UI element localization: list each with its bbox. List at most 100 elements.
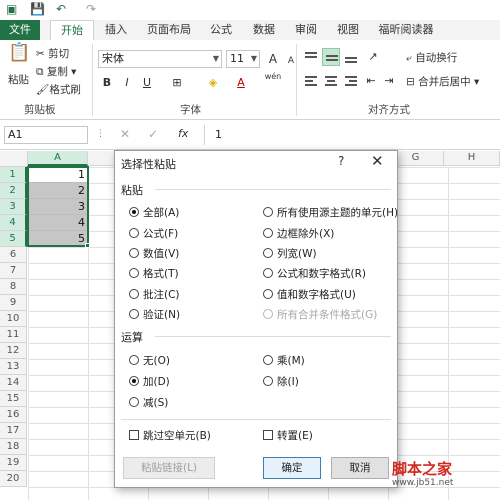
row-header[interactable]: 16: [0, 407, 27, 423]
radio-icon: [129, 228, 139, 238]
merge-center-button[interactable]: ⊟ 合并后居中 ▾: [406, 74, 479, 89]
redo-icon[interactable]: ↷: [86, 2, 96, 16]
radio-paste-formulas-number-formats[interactable]: 公式和数字格式(R): [263, 266, 366, 281]
radio-paste-values-number-formats[interactable]: 值和数字格式(U): [263, 287, 356, 302]
row-header[interactable]: 1: [0, 167, 27, 183]
row-header[interactable]: 12: [0, 343, 27, 359]
column-header-h[interactable]: H: [444, 151, 500, 166]
row-header[interactable]: 4: [0, 215, 27, 231]
format-painter-button[interactable]: 🖌格式刷: [36, 82, 81, 97]
align-center-icon[interactable]: [322, 72, 340, 90]
italic-button[interactable]: I: [118, 74, 136, 92]
font-name-combo[interactable]: 宋体 ▼: [98, 50, 222, 68]
cancel-entry-icon[interactable]: ✕: [120, 127, 130, 141]
fill-color-icon[interactable]: ◈: [204, 74, 222, 92]
shrink-font-button[interactable]: A: [282, 52, 300, 70]
paste-section-label: 粘贴: [121, 184, 143, 197]
radio-paste-all[interactable]: 全部(A): [129, 205, 179, 220]
phonetic-guide-button[interactable]: wén: [264, 72, 282, 90]
cut-button[interactable]: ✂ 剪切: [36, 46, 69, 61]
fill-handle[interactable]: [85, 243, 90, 248]
radio-icon: [129, 397, 139, 407]
radio-paste-column-widths[interactable]: 列宽(W): [263, 246, 317, 261]
row-header[interactable]: 13: [0, 359, 27, 375]
align-left-icon[interactable]: [302, 72, 320, 90]
align-bottom-icon[interactable]: [342, 48, 360, 66]
indent-icon[interactable]: ⇤: [362, 72, 380, 90]
row-header[interactable]: 3: [0, 199, 27, 215]
confirm-entry-icon[interactable]: ✓: [148, 127, 158, 141]
radio-paste-comments[interactable]: 批注(C): [129, 287, 180, 302]
tab-foxit-reader[interactable]: 福昕阅读器: [374, 20, 438, 40]
tab-page-layout[interactable]: 页面布局: [142, 20, 196, 40]
radio-paste-validation[interactable]: 验证(N): [129, 307, 180, 322]
tab-data[interactable]: 数据: [248, 20, 280, 40]
radio-icon: [263, 355, 273, 365]
tab-review[interactable]: 审阅: [290, 20, 322, 40]
paste-button[interactable]: 粘贴: [8, 72, 29, 87]
radio-op-divide[interactable]: 除(I): [263, 374, 299, 389]
align-top-icon[interactable]: [302, 48, 320, 66]
outdent-icon[interactable]: ⇥: [380, 72, 398, 90]
function-icon[interactable]: fx: [178, 127, 188, 140]
save-icon[interactable]: 💾: [30, 2, 45, 16]
grow-font-button[interactable]: A: [264, 50, 282, 68]
tab-insert[interactable]: 插入: [100, 20, 132, 40]
row-header[interactable]: 18: [0, 439, 27, 455]
radio-paste-formats[interactable]: 格式(T): [129, 266, 179, 281]
bold-button[interactable]: B: [98, 74, 116, 92]
select-all-corner[interactable]: [0, 151, 28, 167]
row-header[interactable]: 8: [0, 279, 27, 295]
row-header[interactable]: 11: [0, 327, 27, 343]
option-label: 乘(M): [277, 355, 305, 367]
row-header[interactable]: 19: [0, 455, 27, 471]
cancel-button[interactable]: 取消: [331, 457, 389, 479]
row-header[interactable]: 5: [0, 231, 27, 247]
underline-button[interactable]: U: [138, 74, 156, 92]
radio-op-add[interactable]: 加(D): [129, 374, 170, 389]
tab-file[interactable]: 文件: [0, 20, 40, 40]
radio-op-none[interactable]: 无(O): [129, 353, 170, 368]
radio-paste-formulas[interactable]: 公式(F): [129, 226, 178, 241]
tab-home[interactable]: 开始: [50, 20, 94, 40]
radio-paste-except-borders[interactable]: 边框除外(X): [263, 226, 334, 241]
row-header[interactable]: 7: [0, 263, 27, 279]
row-header[interactable]: 6: [0, 247, 27, 263]
align-middle-icon[interactable]: [322, 48, 340, 66]
orientation-icon[interactable]: ↗: [364, 48, 382, 66]
ok-button[interactable]: 确定: [263, 457, 321, 479]
radio-paste-values[interactable]: 数值(V): [129, 246, 179, 261]
row-header[interactable]: 20: [0, 471, 27, 487]
row-header[interactable]: 17: [0, 423, 27, 439]
align-right-icon[interactable]: [342, 72, 360, 90]
radio-icon: [263, 376, 273, 386]
checkbox-skip-blanks[interactable]: 跳过空单元(B): [129, 428, 211, 443]
radio-paste-source-theme[interactable]: 所有使用源主题的单元(H): [263, 205, 398, 220]
font-color-icon[interactable]: A: [232, 74, 250, 92]
wrap-text-button[interactable]: ⤶ 自动换行: [406, 50, 457, 65]
paste-icon[interactable]: 📋: [8, 44, 30, 68]
borders-icon[interactable]: ⊞: [168, 74, 186, 92]
tab-formulas[interactable]: 公式: [204, 20, 238, 40]
checkbox-transpose[interactable]: 转置(E): [263, 428, 313, 443]
row-header[interactable]: 14: [0, 375, 27, 391]
row-header[interactable]: 2: [0, 183, 27, 199]
name-box[interactable]: A1: [4, 126, 88, 144]
row-header[interactable]: 10: [0, 311, 27, 327]
row-header[interactable]: 9: [0, 295, 27, 311]
copy-button[interactable]: ⧉ 复制 ▾: [36, 64, 76, 79]
radio-op-multiply[interactable]: 乘(M): [263, 353, 305, 368]
formula-input[interactable]: 1: [204, 125, 494, 145]
help-button[interactable]: ?: [338, 154, 344, 168]
radio-op-subtract[interactable]: 减(S): [129, 395, 168, 410]
radio-selected-icon: [129, 207, 139, 217]
close-icon[interactable]: ✕: [371, 152, 384, 170]
option-label: 加(D): [143, 376, 170, 388]
name-box-value: A1: [8, 128, 23, 141]
column-header-a[interactable]: A: [28, 151, 88, 166]
undo-icon[interactable]: ↶: [56, 2, 66, 16]
tab-view[interactable]: 视图: [332, 20, 364, 40]
option-label: 跳过空单元(B): [143, 430, 211, 442]
row-header[interactable]: 15: [0, 391, 27, 407]
font-size-combo[interactable]: 11 ▼: [226, 50, 260, 68]
